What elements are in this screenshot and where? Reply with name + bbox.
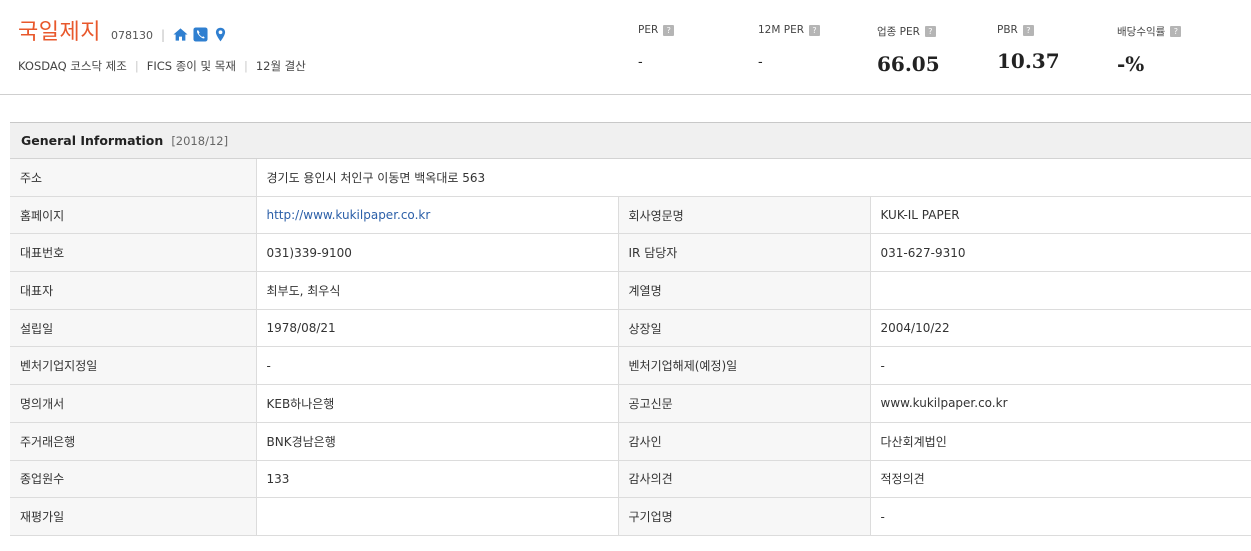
row-value: 최부도, 최우식 [256, 271, 619, 310]
metric-label: 배당수익률 [1117, 26, 1166, 38]
row-label: 명의개서 [10, 384, 257, 423]
divider: | [243, 59, 248, 73]
company-name: 국일제지 [18, 20, 101, 45]
table-row: 대표자 최부도, 최우식 계열명 [10, 271, 1251, 310]
contact-icons [173, 27, 228, 42]
row-value [870, 271, 1251, 310]
row-label: 감사의견 [618, 460, 871, 499]
company-info: 국일제지 078130 | KOSDAQ 코스닥 제조 | FICS 종이 및 목재… [18, 14, 306, 74]
metric-value: 66.05 [877, 52, 940, 76]
metric-value: -% [1117, 52, 1145, 76]
row-value [256, 497, 619, 536]
row-label: 벤처기업지정일 [10, 346, 257, 386]
row-value: BNK경남은행 [256, 422, 619, 461]
table-row: 종업원수 133 감사의견 적정의견 [10, 460, 1251, 499]
table-row: 재평가일 구기업명 - [10, 497, 1251, 536]
row-value: - [870, 346, 1251, 386]
row-label: 종업원수 [10, 460, 257, 499]
location-pin-icon[interactable] [213, 27, 228, 42]
table-row: 홈페이지 http://www.kukilpaper.co.kr 회사영문명 K… [10, 196, 1251, 235]
row-label: 계열명 [618, 271, 871, 310]
homepage-link[interactable]: http://www.kukilpaper.co.kr [256, 196, 619, 235]
row-value: 다산회계법인 [870, 422, 1251, 461]
help-icon[interactable]: ? [809, 24, 821, 36]
table-row: 설립일 1978/08/21 상장일 2004/10/22 [10, 309, 1251, 348]
row-value: 133 [256, 460, 619, 499]
row-value: 031-627-9310 [870, 233, 1251, 273]
table-row: 명의개서 KEB하나은행 공고신문 www.kukilpaper.co.kr [10, 384, 1251, 423]
fics-label: FICS 종이 및 목재 [146, 59, 236, 73]
help-icon[interactable]: ? [1022, 24, 1034, 36]
home-icon[interactable] [173, 27, 188, 42]
help-icon[interactable]: ? [663, 24, 675, 36]
row-value: 1978/08/21 [256, 309, 619, 348]
metric-label: PER [638, 24, 659, 36]
metric-label: 12M PER [758, 24, 805, 36]
row-label: 회사영문명 [618, 196, 871, 235]
row-value: www.kukilpaper.co.kr [870, 384, 1251, 423]
table-row: 주소 경기도 용인시 처인구 이동면 백옥대로 563 [10, 158, 1251, 197]
title-separator: | [160, 28, 166, 42]
table-title: General Information [2018/12] [10, 122, 1251, 159]
address-label: 주소 [10, 158, 257, 197]
section-date: [2018/12] [171, 134, 229, 148]
row-label: 설립일 [10, 309, 257, 348]
row-label: IR 담당자 [618, 233, 871, 273]
table-row: 벤처기업지정일 - 벤처기업해제(예정)일 - [10, 346, 1251, 386]
row-value: - [870, 497, 1251, 536]
row-label: 대표자 [10, 271, 257, 310]
help-icon[interactable]: ? [1170, 26, 1182, 37]
metric-label: PBR [997, 24, 1018, 36]
metric-industry-per: 업종 PER? 66.05 [877, 24, 940, 76]
row-value: KEB하나은행 [256, 384, 619, 423]
table-row: 대표번호 031)339-9100 IR 담당자 031-627-9310 [10, 233, 1251, 273]
row-value: KUK-IL PAPER [870, 196, 1251, 235]
row-value: 031)339-9100 [256, 233, 619, 273]
homepage-url[interactable]: http://www.kukilpaper.co.kr [267, 208, 431, 222]
phone-icon[interactable] [193, 27, 208, 42]
address-value: 경기도 용인시 처인구 이동면 백옥대로 563 [256, 158, 1251, 197]
row-label: 홈페이지 [10, 196, 257, 235]
company-classification: KOSDAQ 코스닥 제조 | FICS 종이 및 목재 | 12월 결산 [18, 58, 306, 74]
fiscal-label: 12월 결산 [255, 59, 306, 73]
metric-per: PER? - [638, 24, 675, 69]
row-label: 상장일 [618, 309, 871, 348]
market-label: KOSDAQ 코스닥 제조 [18, 59, 127, 73]
row-value: 2004/10/22 [870, 309, 1251, 348]
stock-code: 078130 [110, 29, 153, 42]
row-label: 주거래은행 [10, 422, 257, 461]
metric-pbr: PBR? 10.37 [997, 24, 1060, 73]
metric-value: - [758, 53, 763, 69]
row-value: - [256, 346, 619, 386]
metric-dividend-yield: 배당수익률? -% [1117, 24, 1182, 76]
row-label: 공고신문 [618, 384, 871, 423]
row-label: 대표번호 [10, 233, 257, 273]
metric-value: - [638, 53, 643, 69]
section-title: General Information [21, 133, 164, 148]
company-title-line: 국일제지 078130 | [18, 14, 306, 46]
company-header: 국일제지 078130 | KOSDAQ 코스닥 제조 | FICS 종이 및 목재… [0, 0, 1251, 95]
metric-12m-per: 12M PER? - [758, 24, 821, 69]
general-information-table: General Information [2018/12] 주소 경기도 용인시 … [10, 122, 1251, 536]
row-label: 재평가일 [10, 497, 257, 536]
table-row: 주거래은행 BNK경남은행 감사인 다산회계법인 [10, 422, 1251, 461]
table-title-row: General Information [2018/12] [10, 122, 1251, 159]
divider: | [134, 59, 139, 73]
help-icon[interactable]: ? [924, 26, 936, 37]
row-label: 벤처기업해제(예정)일 [618, 346, 871, 386]
metric-label: 업종 PER [877, 26, 920, 38]
metric-value: 10.37 [997, 49, 1060, 73]
row-label: 감사인 [618, 422, 871, 461]
row-value: 적정의견 [870, 460, 1251, 499]
row-label: 구기업명 [618, 497, 871, 536]
